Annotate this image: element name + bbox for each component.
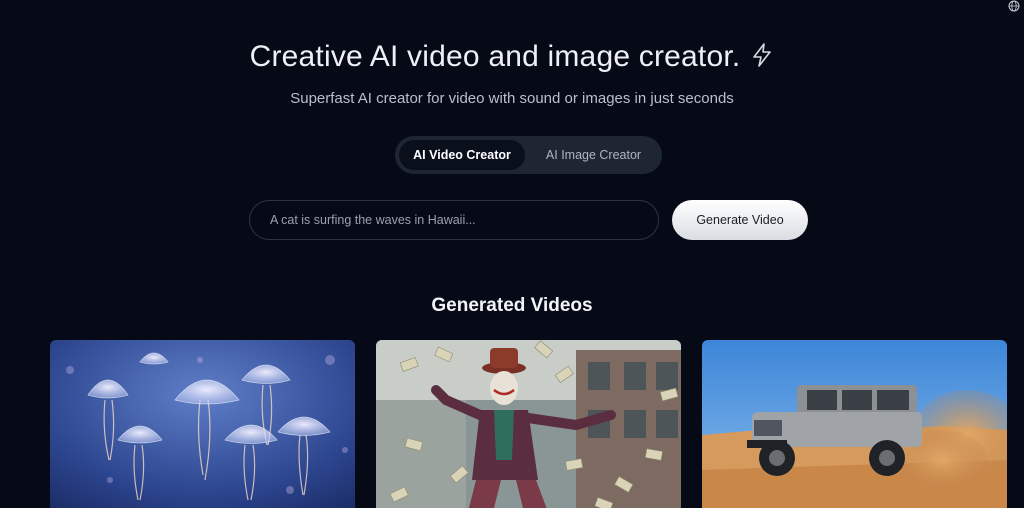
generate-video-button[interactable]: Generate Video bbox=[672, 200, 808, 240]
video-card-clown[interactable] bbox=[376, 340, 681, 508]
video-card-jeep[interactable] bbox=[702, 340, 1007, 508]
tab-ai-image-creator[interactable]: AI Image Creator bbox=[529, 140, 658, 170]
globe-icon[interactable] bbox=[1008, 0, 1020, 12]
hero-title-text: Creative AI video and image creator. bbox=[249, 40, 741, 73]
jeep-thumbnail bbox=[702, 340, 1007, 508]
jellyfish-thumbnail bbox=[50, 340, 355, 508]
mode-toggle: AI Video Creator AI Image Creator bbox=[395, 136, 662, 174]
tab-ai-video-creator[interactable]: AI Video Creator bbox=[399, 140, 525, 170]
hero-title: Creative AI video and image creator. bbox=[0, 40, 1024, 74]
hero-subtitle: Superfast AI creator for video with soun… bbox=[290, 90, 734, 107]
page: Creative AI video and image creator. Sup… bbox=[0, 0, 1024, 508]
video-card-jellyfish[interactable] bbox=[50, 340, 355, 508]
lightning-icon bbox=[753, 43, 772, 67]
clown-thumbnail bbox=[376, 340, 681, 508]
prompt-input[interactable] bbox=[249, 200, 659, 240]
gallery-title: Generated Videos bbox=[431, 295, 593, 316]
